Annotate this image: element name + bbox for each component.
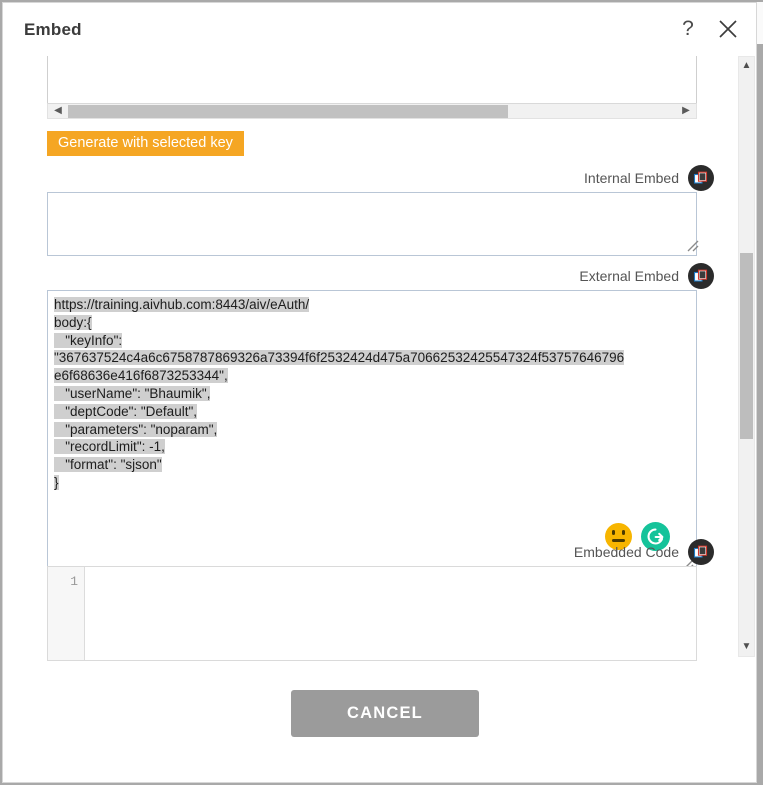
external-embed-line: "format": "sjson" [54,457,162,473]
page-background: Embed ? ◀ ▶ Generate with selected key I… [0,0,763,785]
help-icon[interactable]: ? [677,17,699,41]
embedded-code-editor[interactable]: 1 [47,566,697,661]
scroll-down-arrow-icon[interactable]: ▼ [739,639,754,655]
vertical-scrollbar-thumb[interactable] [740,253,753,439]
external-embed-line: "keyInfo": [54,332,123,348]
dialog-title: Embed [24,20,82,39]
internal-embed-textarea[interactable] [47,192,697,256]
external-embed-line: } [54,474,59,490]
external-embed-line: body:{ [54,314,92,330]
horizontal-scrollbar-thumb[interactable] [68,105,508,118]
external-embed-line: "parameters": "noparam", [54,421,218,437]
close-icon[interactable] [715,16,741,42]
embedded-code-label: Embedded Code [573,544,679,560]
external-embed-label: External Embed [579,268,679,284]
cancel-button[interactable]: CANCEL [291,690,479,737]
scroll-left-arrow-icon[interactable]: ◀ [50,104,66,118]
external-embed-line: "367637524c4a6c6758787869326a73394f6f253… [54,350,625,366]
external-embed-content: https://training.aivhub.com:8443/aiv/eAu… [54,296,694,492]
dialog-header: Embed ? [3,3,756,49]
dialog-body: ◀ ▶ Generate with selected key Internal … [3,49,758,784]
internal-embed-label-row: Internal Embed [584,164,714,192]
code-content-area[interactable] [86,567,696,660]
external-embed-textarea[interactable]: https://training.aivhub.com:8443/aiv/eAu… [47,290,697,574]
dialog-vertical-scrollbar[interactable]: ▲ ▼ [738,56,755,657]
scroll-right-arrow-icon[interactable]: ▶ [678,104,694,118]
key-list-horizontal-scrollbar[interactable]: ◀ ▶ [47,103,697,119]
copy-embedded-code-icon[interactable] [688,539,714,565]
external-embed-line: https://training.aivhub.com:8443/aiv/eAu… [54,297,310,312]
copy-external-embed-icon[interactable] [688,263,714,289]
external-embed-line: "userName": "Bhaumik", [54,385,211,401]
key-list-panel [47,56,697,110]
external-embed-label-row: External Embed [579,262,714,290]
scroll-up-arrow-icon[interactable]: ▲ [739,58,754,74]
copy-internal-embed-icon[interactable] [688,165,714,191]
internal-embed-label: Internal Embed [584,170,679,186]
generate-with-selected-key-button[interactable]: Generate with selected key [47,131,244,156]
embedded-code-label-row: Embedded Code [574,538,714,566]
code-line-number-gutter: 1 [48,567,85,660]
external-embed-line: "deptCode": "Default", [54,403,197,419]
code-line-number: 1 [70,574,78,589]
embed-dialog: Embed ? ◀ ▶ Generate with selected key I… [2,2,757,783]
external-embed-line: "recordLimit": -1, [54,439,165,455]
external-embed-line: e6f68636e416f6873253344", [54,368,228,384]
internal-embed-resize-handle[interactable] [686,239,699,252]
